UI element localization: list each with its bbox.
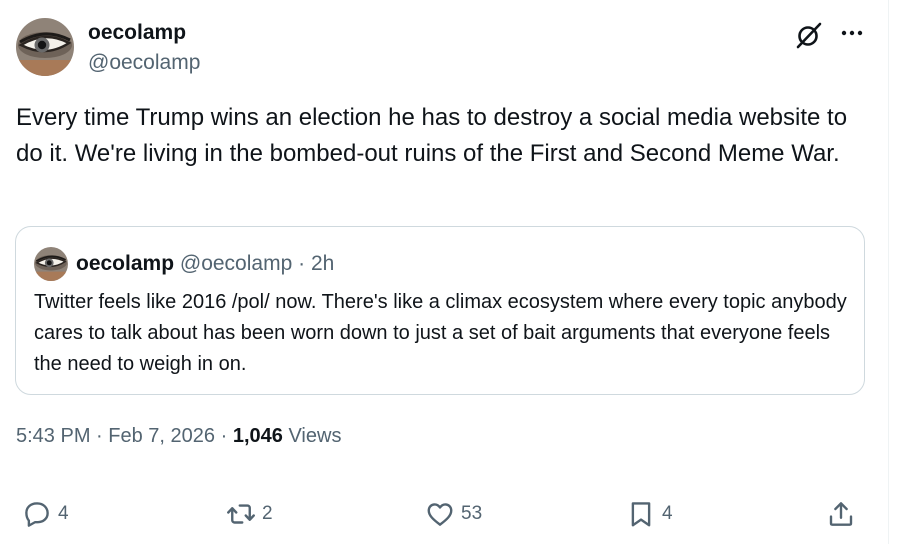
author-display-name[interactable]: oecolamp (88, 20, 186, 46)
reply-icon (25, 502, 49, 527)
retweet-button[interactable]: 2 (226, 496, 273, 532)
tweet-time[interactable]: 5:43 PM (16, 425, 90, 447)
views-count: 1,046 (232, 425, 283, 447)
reply-button[interactable]: 4 (22, 496, 69, 532)
like-count: 53 (461, 503, 483, 524)
share-icon (829, 502, 853, 526)
quoted-tweet[interactable]: oecolamp @oecolamp · 2h Twitter feels li… (15, 226, 865, 395)
avatar-image (16, 18, 74, 76)
reply-count: 4 (58, 503, 69, 524)
author-handle[interactable]: @oecolamp (88, 50, 200, 76)
time-separator: · (96, 425, 103, 447)
quoted-age: 2h (310, 252, 335, 275)
tweet-date[interactable]: Feb 7, 2026 (108, 425, 215, 447)
retweet-icon (227, 504, 255, 524)
quoted-text: Twitter feels like 2016 /pol/ now. There… (34, 291, 847, 375)
tweet-timestamp: 5:43 PM · Feb 7, 2026 · 1,046 Views (16, 422, 341, 450)
like-icon (427, 503, 453, 526)
like-button[interactable]: 53 (425, 496, 482, 532)
bookmark-count: 4 (662, 503, 673, 524)
quoted-header: oecolamp @oecolamp · 2h (76, 251, 334, 277)
quoted-handle: @oecolamp (179, 252, 293, 275)
grok-icon[interactable] (794, 20, 824, 50)
bookmark-icon (631, 502, 651, 527)
retweet-count: 2 (262, 503, 273, 524)
bookmark-button[interactable]: 4 (626, 496, 673, 532)
quoted-display-name: oecolamp (76, 252, 175, 275)
tweet-text: Every time Trump wins an election he has… (16, 104, 848, 167)
action-bar: 4 2 53 4 (0, 496, 905, 532)
more-icon[interactable] (838, 20, 866, 46)
views-label: Views (288, 425, 342, 447)
quoted-avatar (34, 247, 68, 281)
column-border (888, 0, 889, 544)
quoted-separator: · (298, 252, 306, 275)
avatar[interactable] (16, 18, 74, 76)
share-button[interactable] (826, 496, 862, 532)
views-separator: · (220, 425, 228, 447)
